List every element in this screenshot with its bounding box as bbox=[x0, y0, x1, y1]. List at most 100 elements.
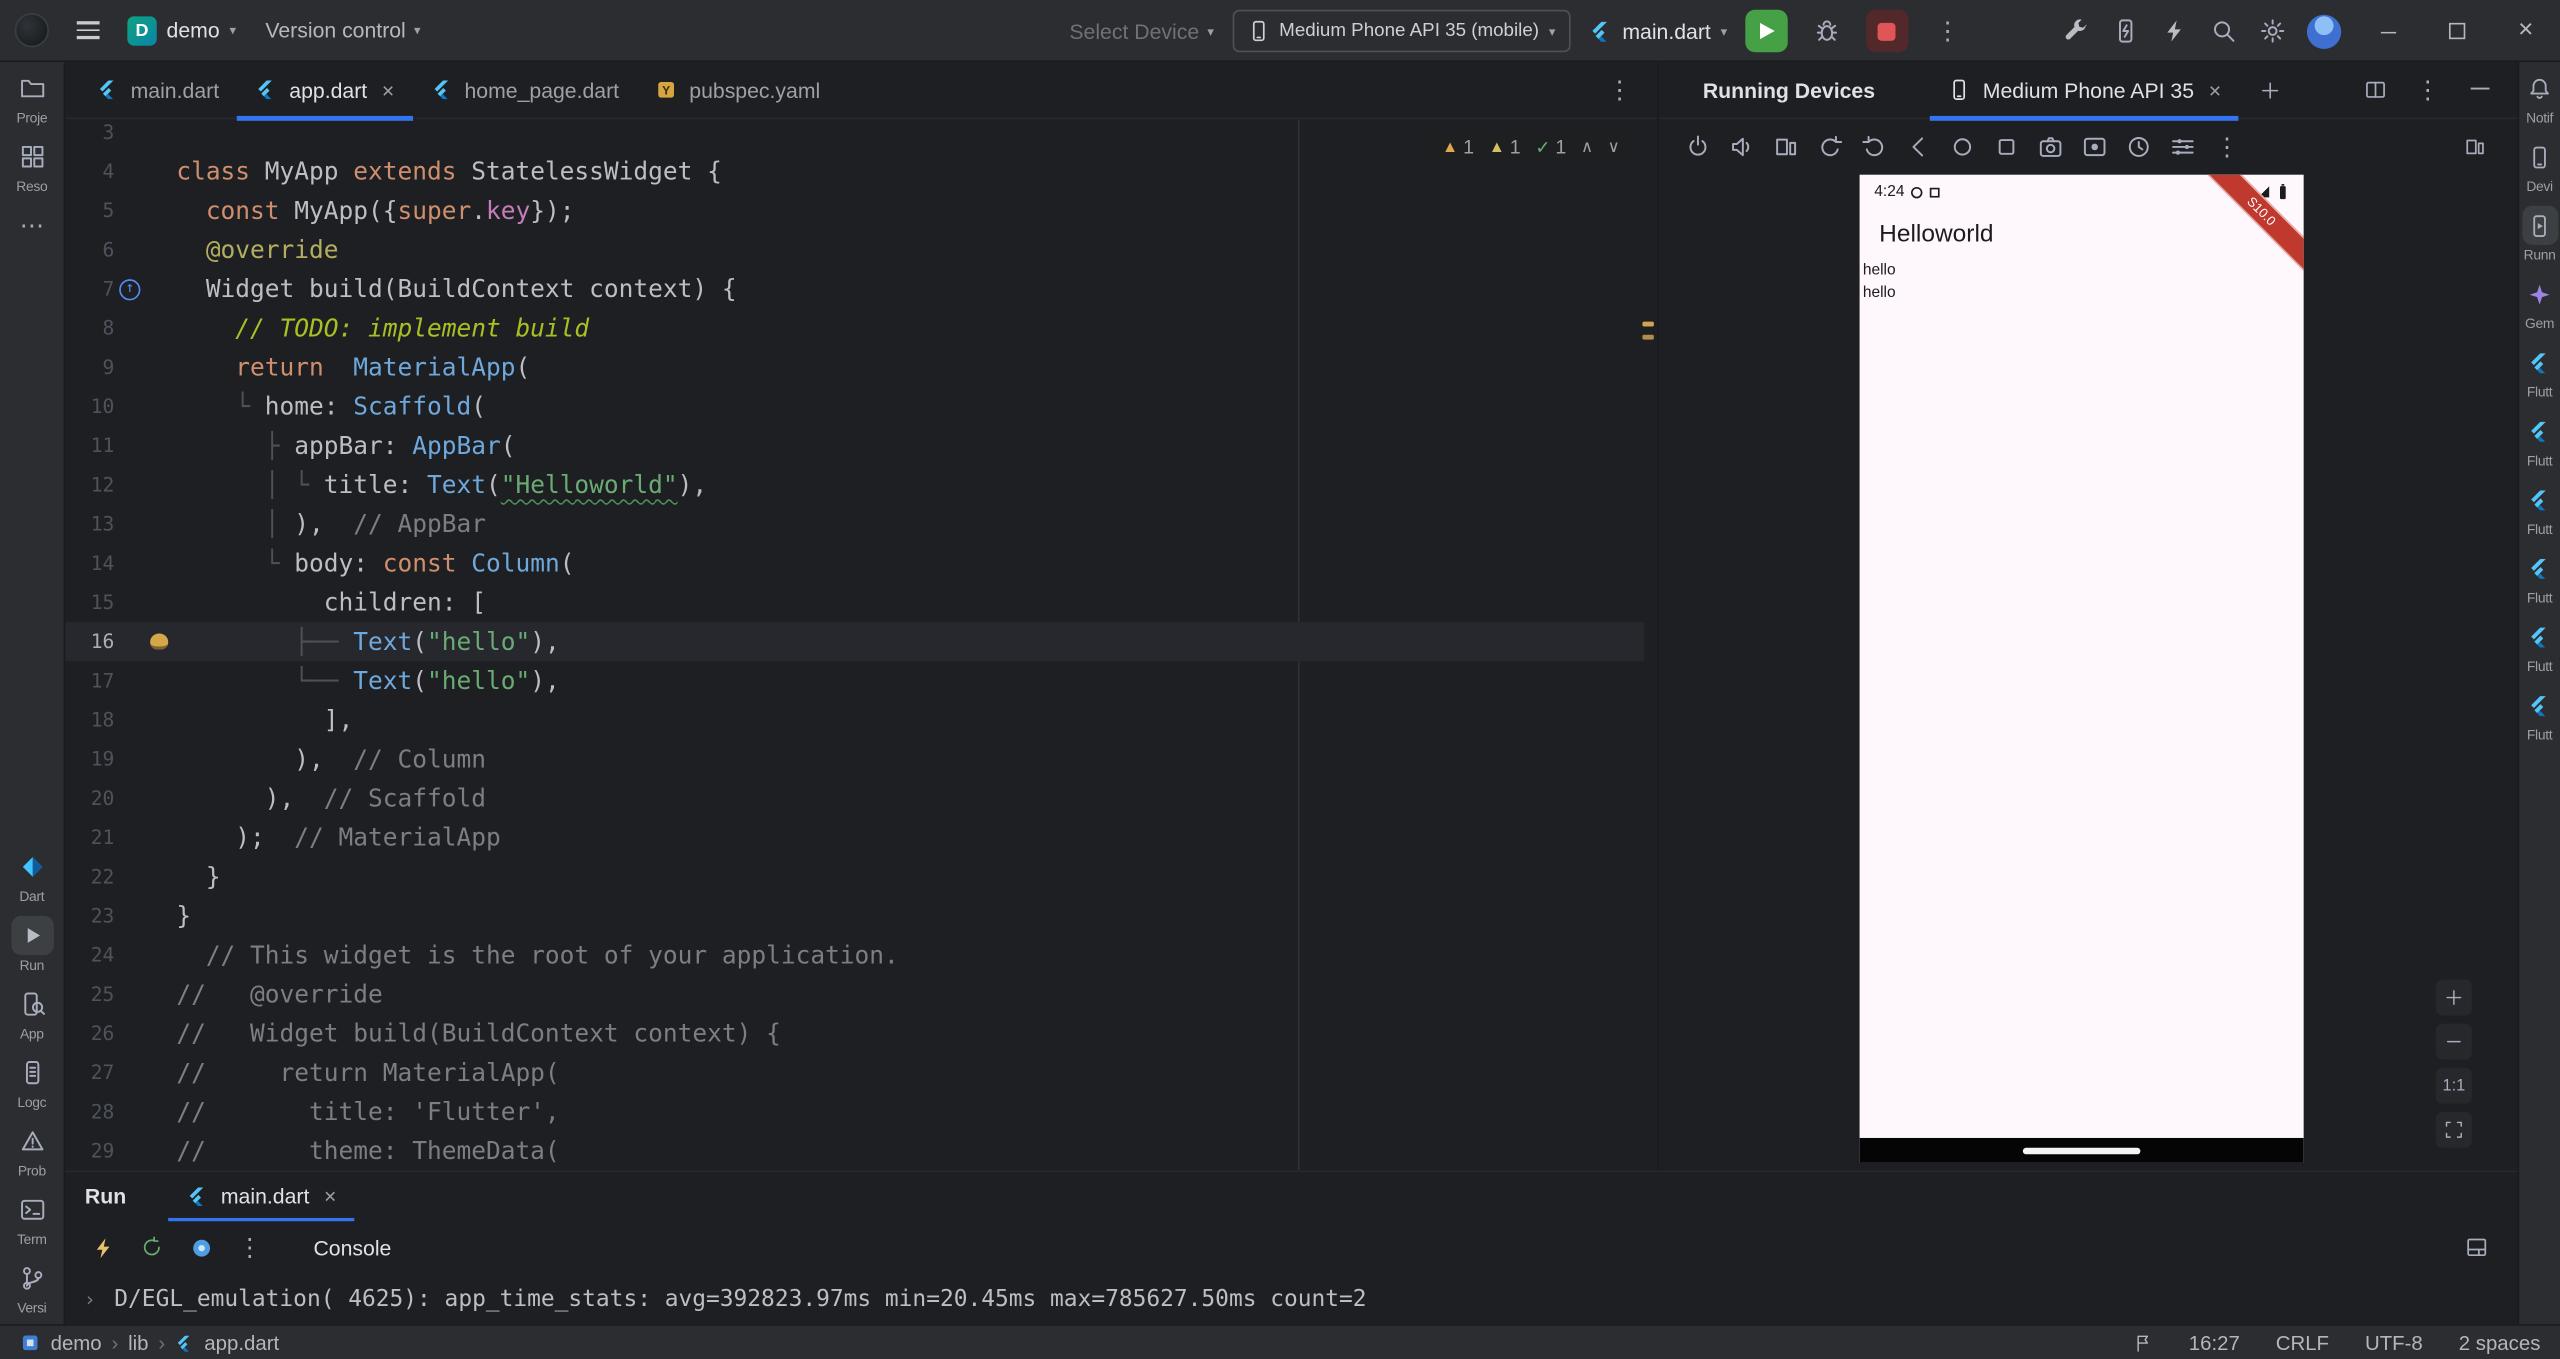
scrollbar-warning-mark[interactable] bbox=[1642, 334, 1654, 340]
code-line-16[interactable]: 16 ├── Text("hello"), bbox=[65, 622, 1645, 662]
tool-stripe-notifications[interactable]: Notif bbox=[2519, 62, 2560, 131]
code-line-7[interactable]: 7 ↑ Widget build(BuildContext context) { bbox=[65, 269, 1644, 308]
zoom-reset-button[interactable]: 1:1 bbox=[2435, 1067, 2472, 1104]
panel-options-icon[interactable]: ⋮ bbox=[2407, 69, 2449, 111]
device-back-icon[interactable] bbox=[1899, 126, 1938, 168]
more-actions-icon[interactable]: ⋮ bbox=[229, 1226, 271, 1268]
add-device-button[interactable] bbox=[2249, 69, 2291, 111]
code-line-12[interactable]: 12 │ └ title: Text("Helloworld"), bbox=[65, 465, 1644, 504]
code-line-28[interactable]: 28 // title: 'Flutter', bbox=[65, 1092, 1644, 1131]
tool-stripe-flutter-inspector[interactable]: Flutt bbox=[2519, 405, 2560, 474]
code-line-15[interactable]: 15 children: [ bbox=[65, 583, 1644, 622]
navigation-icon[interactable] bbox=[2133, 1333, 2153, 1353]
account-avatar[interactable] bbox=[2306, 13, 2342, 49]
code-line-23[interactable]: 23} bbox=[65, 896, 1644, 935]
close-icon[interactable]: × bbox=[382, 78, 394, 102]
search-everywhere-icon[interactable] bbox=[2199, 10, 2248, 52]
breadcrumb-dir[interactable]: lib bbox=[128, 1331, 148, 1354]
device-screen-record-icon[interactable] bbox=[2075, 126, 2114, 168]
open-devtools-icon[interactable] bbox=[180, 1226, 222, 1268]
code-line-11[interactable]: 11 ├ appBar: AppBar( bbox=[65, 426, 1644, 465]
device-selector[interactable]: Medium Phone API 35 (mobile) ▾ bbox=[1231, 9, 1571, 53]
override-marker-icon[interactable]: ↑ bbox=[119, 278, 141, 300]
code-line-10[interactable]: 10 └ home: Scaffold( bbox=[65, 387, 1644, 426]
code-line-22[interactable]: 22 } bbox=[65, 857, 1644, 896]
indent-setting[interactable]: 2 spaces bbox=[2459, 1331, 2541, 1354]
tool-stripe-more-tool-windows[interactable]: ⋯ bbox=[0, 199, 64, 250]
tool-stripe-problems[interactable]: Prob bbox=[0, 1115, 64, 1184]
code-line-8[interactable]: 8 // TODO: implement build bbox=[65, 309, 1644, 348]
vcs-widget[interactable]: Version control ▾ bbox=[265, 18, 420, 42]
device-screenshot-icon[interactable] bbox=[2031, 126, 2070, 168]
code-line-19[interactable]: 19 ), // Column bbox=[65, 740, 1644, 779]
tool-stripe-running-devices[interactable]: Runn bbox=[2519, 199, 2560, 268]
code-line-29[interactable]: 29 // theme: ThemeData( bbox=[65, 1131, 1644, 1170]
device-fold-icon[interactable] bbox=[1767, 126, 1806, 168]
line-ending[interactable]: CRLF bbox=[2276, 1331, 2329, 1354]
tool-stripe-flutter-coverage[interactable]: Flutt bbox=[2519, 542, 2560, 611]
code-line-3[interactable]: 3 bbox=[65, 119, 1644, 152]
run-button[interactable] bbox=[1745, 9, 1788, 53]
minimize-button[interactable]: ─ bbox=[2354, 0, 2423, 62]
zoom-in-button[interactable] bbox=[2435, 979, 2472, 1016]
editor-tab-home_page.dart[interactable]: home_page.dart bbox=[412, 61, 637, 118]
tool-stripe-flutter-attach[interactable]: Flutt bbox=[2519, 679, 2560, 748]
close-button[interactable]: × bbox=[2491, 0, 2560, 62]
split-view-icon[interactable] bbox=[2354, 69, 2396, 111]
close-icon[interactable]: × bbox=[324, 1184, 336, 1208]
display-mode-icon[interactable] bbox=[2456, 126, 2495, 168]
tool-stripe-resource-manager[interactable]: Reso bbox=[0, 131, 64, 200]
tool-stripe-run[interactable]: Run bbox=[0, 909, 64, 978]
zoom-fit-button[interactable] bbox=[2435, 1111, 2472, 1148]
prev-problem-icon[interactable]: ∧ bbox=[1581, 138, 1593, 156]
code-line-18[interactable]: 18 ], bbox=[65, 700, 1644, 739]
tool-stripe-logcat[interactable]: Logc bbox=[0, 1047, 64, 1116]
device-rotate-right-icon[interactable] bbox=[1855, 126, 1894, 168]
fold-arrow-icon[interactable]: › bbox=[65, 1287, 114, 1310]
code-line-4[interactable]: 4 class MyApp extends StatelessWidget { bbox=[65, 152, 1644, 191]
tab-options-icon[interactable]: ⋮ bbox=[1598, 69, 1640, 111]
more-actions-button[interactable]: ⋮ bbox=[1926, 10, 1968, 52]
tool-stripe-flutter-outline[interactable]: Flutt bbox=[2519, 336, 2560, 405]
console-log-line[interactable]: D/EGL_emulation( 4625): app_time_stats: … bbox=[114, 1286, 1366, 1312]
apply-changes-icon[interactable] bbox=[2150, 10, 2199, 52]
tool-stripe-app-inspection[interactable]: App bbox=[0, 978, 64, 1047]
gesture-pill[interactable] bbox=[2022, 1147, 2141, 1155]
code-line-13[interactable]: 13 │ ), // AppBar bbox=[65, 504, 1644, 543]
device-home-icon[interactable] bbox=[1943, 126, 1982, 168]
code-line-24[interactable]: 24 // This widget is the root of your ap… bbox=[65, 936, 1644, 975]
hot-restart-icon[interactable] bbox=[131, 1226, 173, 1268]
stop-button[interactable] bbox=[1865, 9, 1909, 53]
device-power-icon[interactable] bbox=[1678, 126, 1717, 168]
code-line-5[interactable]: 5 const MyApp({super.key}); bbox=[65, 191, 1644, 230]
code-line-21[interactable]: 21 ); // MaterialApp bbox=[65, 818, 1644, 857]
device-rotate-left-icon[interactable] bbox=[1811, 126, 1850, 168]
code-line-20[interactable]: 20 ), // Scaffold bbox=[65, 779, 1644, 818]
code-line-6[interactable]: 6 @override bbox=[65, 230, 1644, 269]
hide-panel-icon[interactable]: ─ bbox=[2459, 69, 2501, 111]
tool-stripe-device-manager[interactable]: Devi bbox=[2519, 131, 2560, 200]
tool-stripe-project[interactable]: Proje bbox=[0, 62, 64, 131]
code-editor[interactable]: 3 4 class MyApp extends StatelessWidget {5… bbox=[65, 119, 1657, 1171]
run-configuration[interactable]: main.dart ▾ bbox=[1588, 19, 1727, 43]
select-device-dropdown[interactable]: Select Device ▾ bbox=[1069, 19, 1213, 43]
tool-stripe-gemini[interactable]: Gem bbox=[2519, 268, 2560, 337]
cursor-position[interactable]: 16:27 bbox=[2189, 1331, 2240, 1354]
inspections-widget[interactable]: ▲ 1 ▲ 1 ✓ 1 ∧ ∨ bbox=[1430, 132, 1632, 162]
maximize-button[interactable] bbox=[2423, 0, 2492, 62]
device-device-settings-icon[interactable] bbox=[2163, 126, 2202, 168]
tool-stripe-version-control[interactable]: Versi bbox=[0, 1252, 64, 1321]
editor-tab-main.dart[interactable]: main.dart bbox=[78, 61, 237, 118]
code-line-25[interactable]: 25 // @override bbox=[65, 975, 1644, 1014]
tool-stripe-terminal[interactable]: Term bbox=[0, 1184, 64, 1253]
tool-stripe-flutter-performance[interactable]: Flutt bbox=[2519, 473, 2560, 542]
code-line-14[interactable]: 14 └ body: const Column( bbox=[65, 544, 1644, 583]
code-line-17[interactable]: 17 └── Text("hello"), bbox=[65, 661, 1644, 700]
editor-tab-pubspec.yaml[interactable]: Ypubspec.yaml bbox=[637, 61, 838, 118]
tool-stripe-dart-analysis[interactable]: Dart bbox=[0, 841, 64, 910]
zoom-out-button[interactable] bbox=[2435, 1023, 2472, 1060]
breadcrumb-project[interactable]: demo bbox=[51, 1331, 102, 1354]
hot-reload-icon[interactable] bbox=[82, 1226, 124, 1268]
device-snapshots-icon[interactable] bbox=[2119, 126, 2158, 168]
code-line-27[interactable]: 27 // return MaterialApp( bbox=[65, 1053, 1644, 1092]
